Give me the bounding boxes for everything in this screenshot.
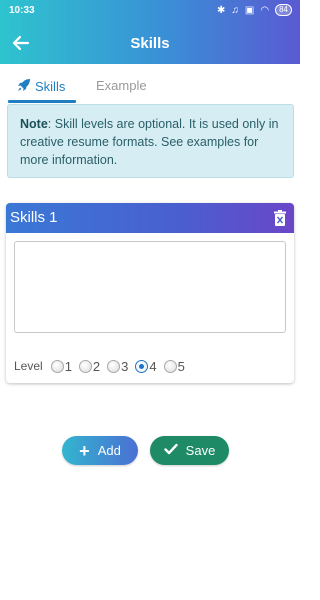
top-bar: 10:33 ✱ ♫ ▣ ◠ 84 Skills	[0, 0, 300, 64]
info-note: Note: Skill levels are optional. It is u…	[7, 104, 294, 178]
save-button-label: Save	[185, 443, 216, 458]
skill-card-header: Skills 1	[6, 203, 294, 233]
tab-example[interactable]: Example	[96, 78, 147, 93]
mute-icon: ♫	[231, 4, 239, 16]
rocket-icon	[17, 78, 31, 95]
status-time: 10:33	[9, 5, 35, 16]
tab-skills-label: Skills	[35, 79, 66, 94]
level-radio-2[interactable]	[78, 359, 92, 373]
bluetooth-icon: ✱	[217, 4, 226, 16]
plus-icon: +	[79, 440, 90, 461]
save-button[interactable]: Save	[150, 436, 229, 465]
level-radio-1[interactable]	[50, 359, 64, 373]
level-radio-4[interactable]	[135, 359, 149, 373]
note-label: Note	[20, 117, 48, 131]
level-selector: Level 1 2 3 4 5	[14, 356, 192, 376]
app-bar: Skills	[0, 22, 300, 64]
level-option-label: 2	[92, 358, 101, 374]
level-option-3[interactable]: 3	[107, 359, 128, 374]
wifi-icon: ◠	[260, 4, 270, 16]
level-radio-5[interactable]	[163, 359, 177, 373]
check-icon	[163, 443, 178, 458]
level-radio-3[interactable]	[107, 359, 121, 373]
skill-card: Skills 1 Level 1 2 3 4 5	[6, 203, 294, 383]
page-title: Skills	[130, 35, 170, 52]
status-icons: ✱ ♫ ▣ ◠ 84	[217, 4, 292, 16]
level-option-label: 4	[149, 358, 157, 374]
level-option-4[interactable]: 4	[135, 358, 157, 374]
level-option-label: 3	[121, 358, 129, 374]
level-option-label: 1	[64, 358, 72, 374]
trash-icon[interactable]	[274, 210, 286, 226]
level-option-5[interactable]: 5	[163, 358, 185, 374]
level-label: Level	[14, 359, 43, 373]
sim-icon: ▣	[244, 4, 255, 16]
tab-skills[interactable]: Skills	[17, 78, 65, 95]
note-text: : Skill levels are optional. It is used …	[20, 117, 279, 167]
skill-text-input[interactable]	[14, 241, 286, 333]
level-option-1[interactable]: 1	[50, 358, 72, 374]
level-option-label: 5	[177, 358, 185, 374]
status-bar: 10:33 ✱ ♫ ▣ ◠ 84	[0, 0, 300, 22]
add-button[interactable]: + Add	[62, 436, 138, 465]
active-tab-indicator	[8, 100, 76, 103]
tab-bar: Skills Example	[0, 64, 300, 104]
add-button-label: Add	[97, 443, 121, 458]
skill-card-title: Skills 1	[10, 209, 58, 226]
level-option-2[interactable]: 2	[78, 358, 101, 374]
battery-indicator: 84	[275, 4, 292, 16]
